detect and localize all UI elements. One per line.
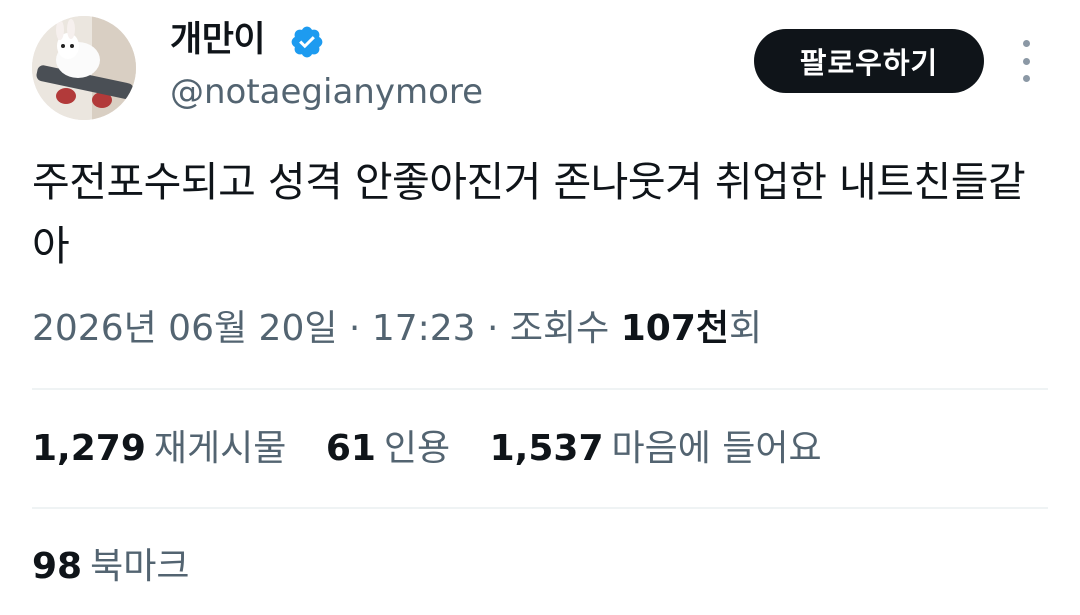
- divider: [32, 388, 1048, 390]
- meta-separator: ·: [337, 308, 372, 349]
- quotes-label: 인용: [383, 428, 451, 469]
- bunny-on-skateboard-image: [32, 16, 136, 120]
- likes-count: 1,537: [489, 428, 604, 469]
- bookmarks-stat[interactable]: 98 북마크: [32, 542, 189, 592]
- meta-separator: ·: [475, 308, 510, 349]
- more-vertical-icon[interactable]: [1012, 40, 1040, 82]
- author-handle[interactable]: @notaegianymore: [170, 70, 483, 114]
- verified-badge-icon[interactable]: [289, 24, 325, 60]
- views-count: 107천: [620, 308, 730, 349]
- quotes-count: 61: [325, 428, 376, 469]
- quotes-stat[interactable]: 61 인용: [326, 428, 450, 469]
- tweet-text: 주전포수되고 성격 안좋아진거 존나웃겨 취업한 내트친들같아: [32, 158, 1026, 270]
- bookmarks-count: 98: [32, 546, 83, 587]
- likes-label: 마음에 들어요: [611, 428, 822, 469]
- tweet-meta: 2026년 06월 20일 · 17:23 · 조회수 107천회: [32, 304, 762, 354]
- retweets-label: 재게시물: [153, 428, 287, 469]
- tweet-date[interactable]: 2026년 06월 20일: [32, 308, 337, 349]
- views-label: 조회수: [509, 308, 621, 349]
- bookmarks-label: 북마크: [90, 546, 190, 587]
- avatar[interactable]: [32, 16, 136, 120]
- retweets-count: 1,279: [32, 428, 146, 469]
- follow-button[interactable]: 팔로우하기: [754, 29, 984, 93]
- divider: [32, 507, 1048, 509]
- retweets-stat[interactable]: 1,279 재게시물: [32, 428, 286, 469]
- views-suffix: 회: [729, 308, 763, 349]
- author-display-name[interactable]: 개만이: [170, 18, 266, 62]
- tweet-time[interactable]: 17:23: [372, 308, 476, 349]
- engagement-stats: 1,279 재게시물 61 인용 1,537 마음에 들어요: [32, 424, 850, 474]
- likes-stat[interactable]: 1,537 마음에 들어요: [490, 428, 822, 469]
